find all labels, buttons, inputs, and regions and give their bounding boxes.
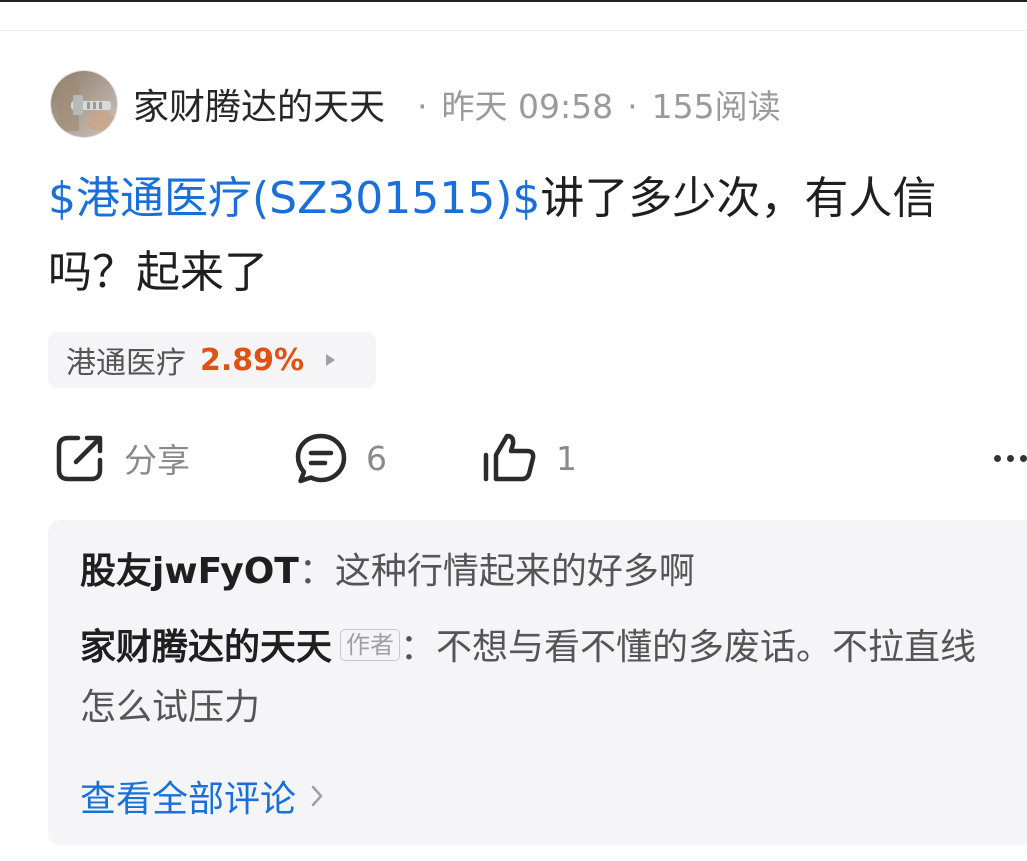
meta-dot: ·: [627, 87, 638, 126]
post-meta: · 昨天 09:58 · 155阅读: [403, 80, 781, 128]
action-bar: 分享 6 1: [50, 430, 1027, 486]
avatar-photo: [51, 71, 117, 137]
comment-item[interactable]: 家财腾达的天天 作者 ：不想与看不懂的多废话。不拉直线怎么试压力: [80, 618, 980, 738]
comment-user[interactable]: 股友jwFyOT: [80, 551, 299, 592]
view-all-label: 查看全部评论: [80, 779, 297, 820]
meta-dot: ·: [417, 87, 428, 126]
comment-button[interactable]: 6: [294, 430, 387, 486]
avatar[interactable]: [50, 70, 118, 138]
author-tag: 作者: [340, 629, 401, 661]
more-icon[interactable]: [977, 430, 1027, 486]
author-name[interactable]: 家财腾达的天天: [133, 78, 385, 130]
comment-item[interactable]: 股友jwFyOT：这种行情起来的好多啊: [80, 542, 980, 602]
comments-panel: 股友jwFyOT：这种行情起来的好多啊 家财腾达的天天 作者 ：不想与看不懂的多废话…: [48, 520, 1027, 845]
comment-icon: [295, 433, 347, 484]
comment-text: 这种行情起来的好多啊: [334, 551, 695, 592]
post-body: $港通医疗(SZ301515)$讲了多少次，有人信吗？起来了: [48, 162, 1008, 310]
chevron-right-icon: [311, 785, 323, 807]
comment-count: 6: [366, 438, 387, 478]
post-time: 昨天 09:58: [441, 87, 614, 126]
like-button[interactable]: 1: [482, 430, 577, 486]
more-dot: [994, 454, 1001, 462]
header-separator: [0, 30, 1027, 31]
view-all-comments-link[interactable]: 查看全部评论: [80, 768, 324, 824]
share-button[interactable]: 分享: [54, 430, 190, 486]
read-count: 155阅读: [651, 87, 781, 126]
comment-separator: ：: [298, 551, 335, 592]
comment-separator: ：: [400, 627, 437, 668]
top-divider: [0, 0, 1027, 2]
chip-arrow-icon: [326, 354, 336, 366]
more-dot: [1020, 454, 1027, 462]
stock-chip[interactable]: 港通医疗 2.89%: [48, 332, 376, 388]
thumbs-up-icon: [483, 433, 536, 482]
more-dot: [1007, 454, 1014, 462]
stock-chip-name: 港通医疗: [66, 346, 186, 381]
stock-link[interactable]: $港通医疗(SZ301515)$: [48, 173, 540, 224]
stock-chip-change: 2.89%: [200, 342, 305, 378]
like-count: 1: [556, 438, 577, 478]
share-label: 分享: [124, 441, 190, 480]
comment-user[interactable]: 家财腾达的天天: [80, 627, 332, 668]
share-icon: [56, 435, 103, 482]
post-header: 家财腾达的天天 · 昨天 09:58 · 155阅读: [50, 70, 781, 138]
